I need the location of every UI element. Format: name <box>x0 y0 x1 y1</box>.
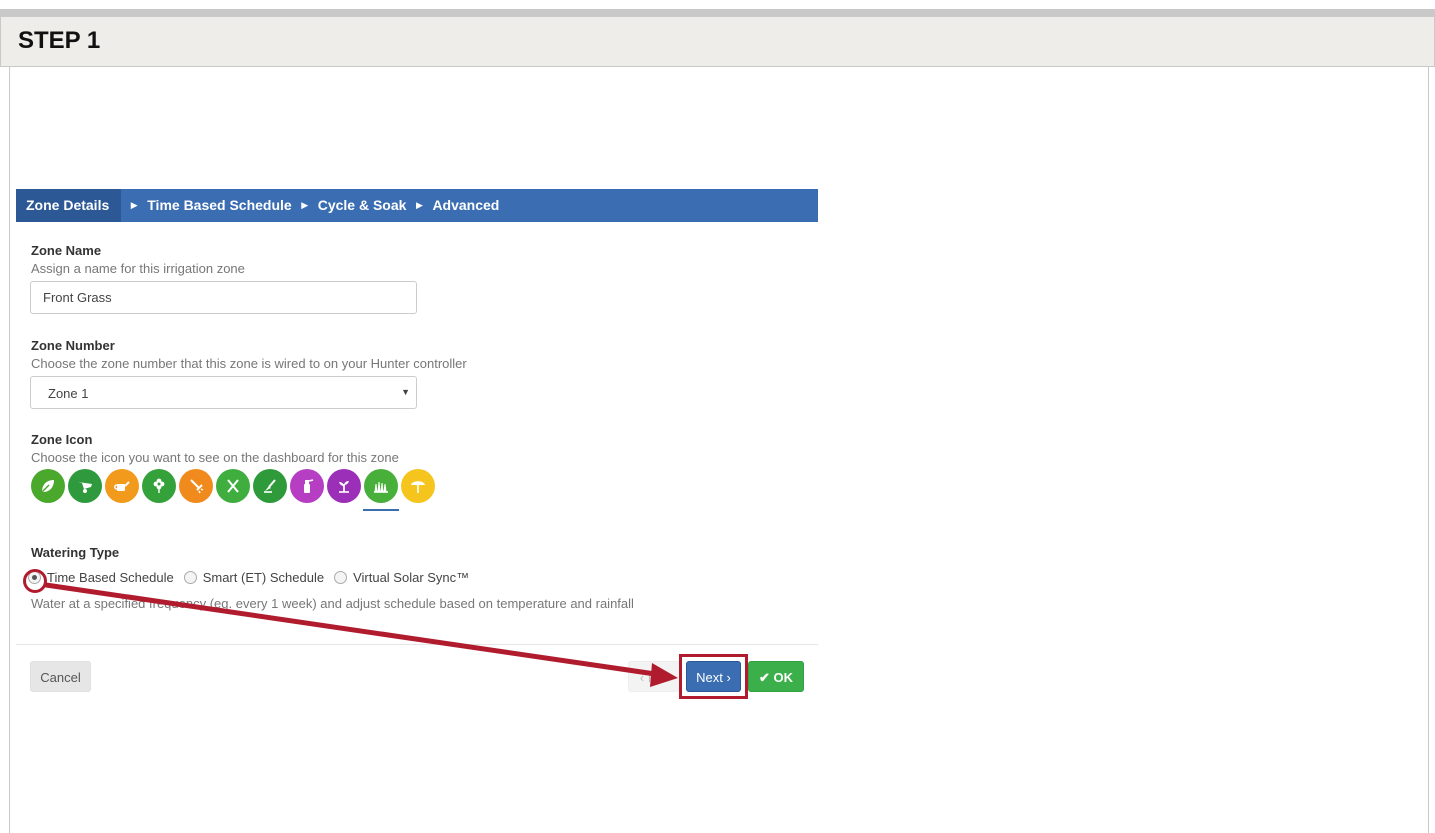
radio-virtual-solar-sync[interactable] <box>334 571 348 584</box>
tab-advanced[interactable]: Advanced <box>432 189 499 222</box>
top-border <box>0 9 1435 17</box>
sprout-icon[interactable] <box>327 469 361 503</box>
caret-right-icon: ▶ <box>130 200 138 210</box>
zone-icon-picker <box>31 469 438 511</box>
zone-icon-label: Zone Icon <box>31 432 93 447</box>
grass-icon[interactable] <box>363 469 399 511</box>
watering-type-description: Water at a specified frequency (eg. ever… <box>31 596 634 611</box>
tab-cycle-soak[interactable]: Cycle & Soak <box>318 189 407 222</box>
prev-button[interactable]: ‹ Pre <box>628 661 680 692</box>
cancel-button[interactable]: Cancel <box>30 661 91 692</box>
radio-smart-et-label[interactable]: Smart (ET) Schedule <box>203 570 324 585</box>
caret-right-icon: ▶ <box>301 200 309 210</box>
watering-type-label: Watering Type <box>31 545 120 560</box>
wizard-nav: Zone Details ▶ Time Based Schedule ▶ Cyc… <box>16 189 818 222</box>
step-header: STEP 1 <box>0 17 1435 67</box>
shovel-icon[interactable] <box>253 469 287 503</box>
rake-icon[interactable] <box>179 469 213 503</box>
ok-button[interactable]: ✔ OK <box>748 661 804 692</box>
flower-icon[interactable] <box>142 469 176 503</box>
watering-type-options: Time Based Schedule Smart (ET) Schedule … <box>28 570 479 585</box>
tab-zone-details[interactable]: Zone Details <box>16 189 122 222</box>
shears-icon[interactable] <box>216 469 250 503</box>
tree-icon[interactable] <box>401 469 435 503</box>
zone-number-help: Choose the zone number that this zone is… <box>31 356 467 371</box>
zone-number-label: Zone Number <box>31 338 115 353</box>
top-strip <box>0 0 1435 9</box>
chevron-down-icon: ▼ <box>401 387 410 397</box>
zone-number-select[interactable]: Zone 1 ▼ <box>30 376 417 409</box>
leaf-icon[interactable] <box>31 469 65 503</box>
zone-number-value: Zone 1 <box>48 386 89 401</box>
annotation-box <box>679 654 748 699</box>
caret-right-icon: ▶ <box>415 200 423 210</box>
radio-smart-et[interactable] <box>183 571 197 584</box>
annotation-circle <box>23 569 47 593</box>
sprayer-icon[interactable] <box>290 469 324 503</box>
divider <box>16 644 818 645</box>
zone-name-label: Zone Name <box>31 243 102 258</box>
zone-name-help: Assign a name for this irrigation zone <box>31 261 245 276</box>
radio-time-based-label[interactable]: Time Based Schedule <box>47 570 174 585</box>
step-title: STEP 1 <box>18 27 101 54</box>
watering-can-icon[interactable] <box>105 469 139 503</box>
zone-icon-help: Choose the icon you want to see on the d… <box>31 450 399 465</box>
zone-name-input[interactable] <box>30 281 417 314</box>
wheelbarrow-icon[interactable] <box>68 469 102 503</box>
radio-virtual-solar-sync-label[interactable]: Virtual Solar Sync™ <box>353 570 469 585</box>
tab-time-based-schedule[interactable]: Time Based Schedule <box>147 189 291 222</box>
